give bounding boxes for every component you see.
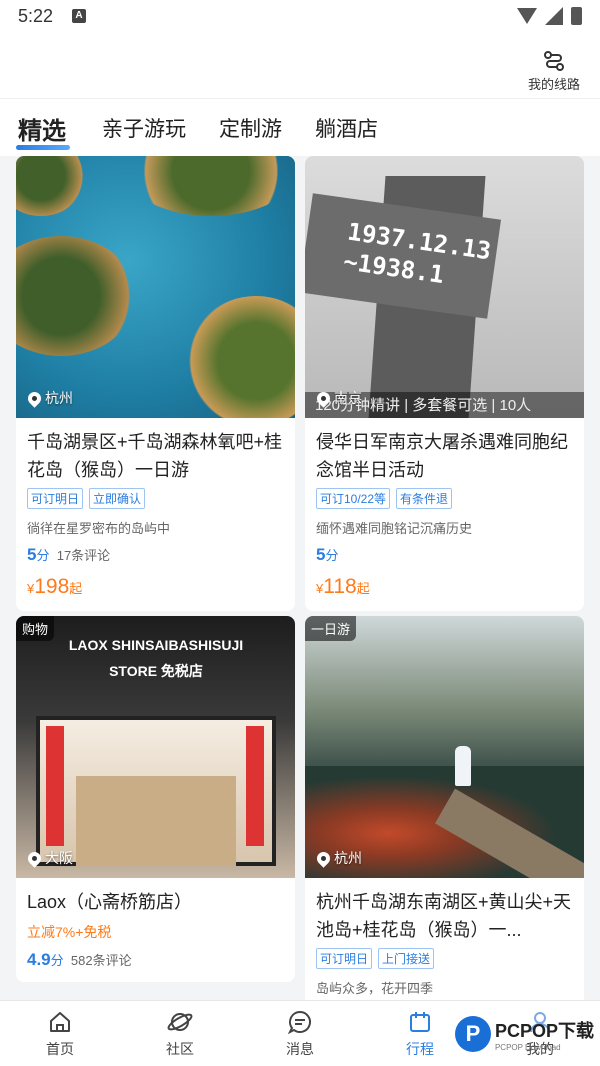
tab-featured[interactable]: 精选	[18, 111, 66, 146]
wifi-icon	[517, 8, 537, 24]
nav-label: 行程	[406, 1041, 434, 1057]
review-count: 17条评论	[56, 548, 111, 563]
battery-icon	[571, 7, 582, 25]
message-icon	[287, 1010, 311, 1035]
product-card[interactable]: 杭州 千岛湖景区+千岛湖森林氧吧+桂花岛（猴岛）一日游 可订明日 立即确认 徜徉…	[16, 156, 295, 611]
location-label: 杭州	[314, 848, 362, 868]
product-title: 千岛湖景区+千岛湖森林氧吧+桂花岛（猴岛）一日游	[27, 432, 283, 480]
notification-icon: A	[72, 9, 86, 23]
calendar-icon	[410, 1012, 430, 1032]
category-tabs: 精选 亲子游玩 定制游 躺酒店	[0, 98, 600, 156]
planet-icon	[167, 1013, 193, 1031]
route-icon	[544, 51, 564, 71]
product-card[interactable]: 一日游 杭州 杭州千岛湖东南湖区+黄山尖+天池岛+桂花岛（猴岛）一... 可订明…	[305, 616, 584, 1000]
active-tab-indicator	[16, 145, 70, 150]
product-title: 侵华日军南京大屠杀遇难同胞纪念馆半日活动	[316, 432, 568, 480]
rating: 5分	[316, 545, 339, 564]
product-image: 一日游 杭州	[305, 616, 584, 878]
product-image: LAOX SHINSAIBASHISUJI STORE 免税店 购物 大阪	[16, 616, 295, 878]
watermark-logo: P	[454, 1016, 491, 1052]
bottom-nav: 首页 社区 消息 行程 我的 P PCPOP下载 PCPOP Download	[0, 1000, 600, 1066]
nav-label: 社区	[166, 1041, 194, 1057]
my-route-label: 我的线路	[527, 77, 580, 92]
nav-itinerary[interactable]: 行程	[380, 1009, 460, 1059]
location-label: 杭州	[25, 388, 73, 408]
status-bar: 5:22 A	[0, 0, 600, 36]
product-description: 缅怀遇难同胞铭记沉痛历史	[316, 521, 473, 536]
nav-label: 消息	[286, 1041, 314, 1057]
rating: 4.9分 582条评论	[27, 950, 132, 969]
product-card[interactable]: 1937.12.13 ~1938.1 120分钟精讲 | 多套餐可选 | 10人…	[305, 156, 584, 611]
signal-icon	[545, 7, 563, 25]
location-pin-icon	[25, 388, 44, 408]
my-route-button[interactable]: 我的线路	[524, 50, 584, 93]
location-label: 南京	[314, 388, 362, 408]
store-sign: LAOX SHINSAIBASHISUJI STORE 免税店	[68, 637, 244, 679]
location-pin-icon	[314, 388, 333, 408]
location-pin-icon	[314, 848, 333, 868]
badge: 立即确认	[89, 488, 146, 509]
price: ¥118起	[316, 575, 370, 598]
rating: 5分 17条评论	[27, 545, 111, 564]
category-tag: 购物	[16, 616, 55, 641]
product-title: Laox（心斋桥筋店）	[27, 892, 193, 912]
nav-label: 首页	[46, 1041, 74, 1057]
top-bar: 我的线路	[0, 36, 600, 98]
product-title: 杭州千岛湖东南湖区+黄山尖+天池岛+桂花岛（猴岛）一...	[316, 892, 572, 940]
promotion: 立减7%+免税	[27, 924, 112, 940]
location-label: 大阪	[25, 848, 73, 868]
product-description: 岛屿众多，花开四季	[316, 981, 434, 996]
watermark-subtext: PCPOP Download	[494, 1042, 561, 1052]
tab-custom-tour[interactable]: 定制游	[219, 113, 282, 143]
watermark: P PCPOP下载 PCPOP Download	[454, 1016, 594, 1052]
tab-family[interactable]: 亲子游玩	[102, 113, 186, 143]
nav-home[interactable]: 首页	[20, 1009, 100, 1059]
location-pin-icon	[25, 848, 44, 868]
nav-community[interactable]: 社区	[140, 1009, 220, 1059]
badge: 上门接送	[378, 948, 435, 969]
status-time: 5:22	[18, 6, 54, 26]
product-image: 1937.12.13 ~1938.1 120分钟精讲 | 多套餐可选 | 10人…	[305, 156, 584, 418]
review-count: 582条评论	[70, 953, 132, 968]
category-tag: 一日游	[305, 616, 357, 641]
watermark-brand: PCPOP下载	[494, 1020, 594, 1041]
status-icons	[517, 7, 582, 25]
product-feed: 杭州 千岛湖景区+千岛湖森林氧吧+桂花岛（猴岛）一日游 可订明日 立即确认 徜徉…	[0, 156, 600, 1000]
product-image: 杭州	[16, 156, 295, 418]
badge: 可订10/22等	[316, 488, 391, 509]
product-card[interactable]: LAOX SHINSAIBASHISUJI STORE 免税店 购物 大阪 La…	[16, 616, 295, 982]
home-icon	[50, 1012, 70, 1032]
price: ¥198起	[27, 575, 83, 598]
tab-hotel[interactable]: 躺酒店	[315, 113, 378, 143]
badge: 可订明日	[27, 488, 84, 509]
badge: 有条件退	[396, 488, 453, 509]
product-description: 徜徉在星罗密布的岛屿中	[27, 521, 171, 536]
badge: 可订明日	[316, 948, 373, 969]
nav-messages[interactable]: 消息	[260, 1009, 340, 1059]
